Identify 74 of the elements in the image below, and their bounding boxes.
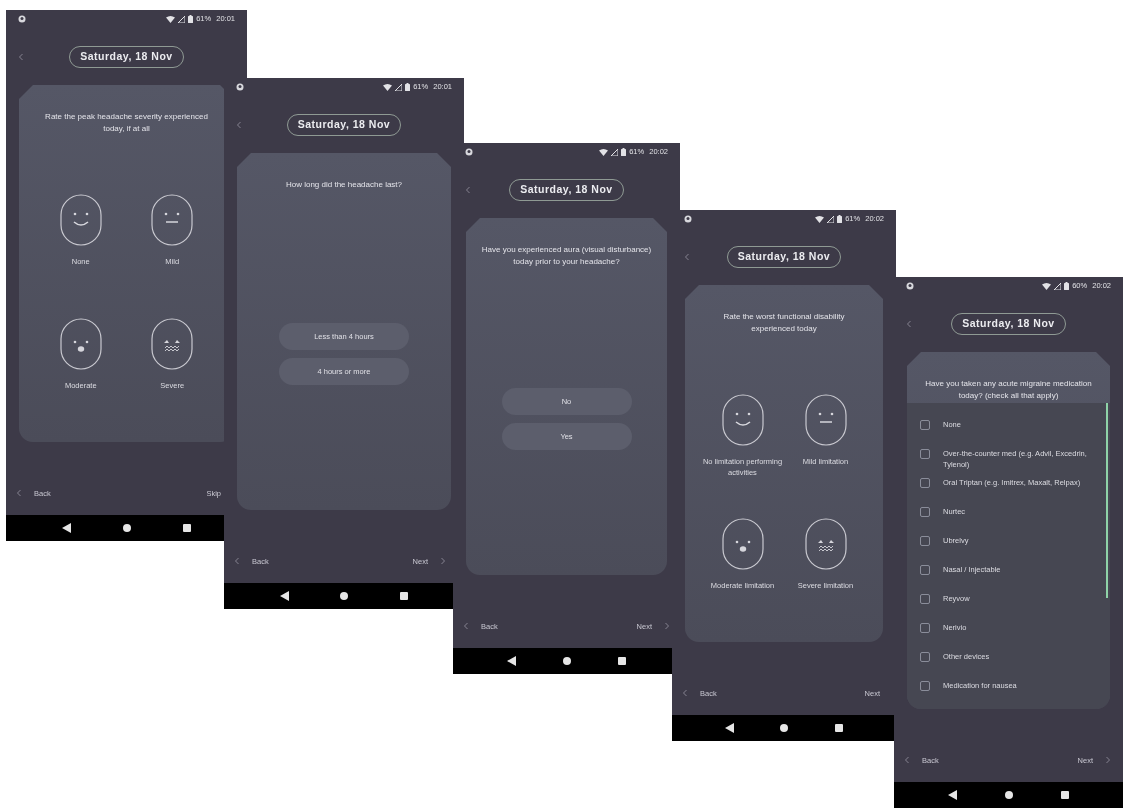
back-icon[interactable] bbox=[948, 790, 957, 800]
chevron-icon bbox=[906, 319, 912, 329]
chevron-icon bbox=[664, 621, 670, 632]
home-icon[interactable] bbox=[340, 592, 349, 600]
face-icon bbox=[151, 194, 194, 246]
recents-icon[interactable] bbox=[834, 724, 843, 732]
signal-icon bbox=[611, 148, 619, 156]
back-icon[interactable] bbox=[506, 656, 516, 666]
signal-icon bbox=[827, 215, 835, 223]
checkbox[interactable] bbox=[920, 449, 930, 459]
signal-icon bbox=[178, 15, 186, 23]
chevron-icon bbox=[234, 556, 240, 567]
signal-icon bbox=[395, 83, 403, 91]
chevron-icon bbox=[1105, 755, 1111, 766]
face-icon bbox=[151, 318, 194, 370]
wifi-icon bbox=[1042, 282, 1052, 290]
chevron-icon bbox=[18, 52, 24, 62]
checkbox[interactable] bbox=[920, 420, 930, 430]
face-icon bbox=[721, 518, 764, 570]
face-icon bbox=[721, 394, 764, 446]
wifi-icon bbox=[815, 215, 825, 223]
face-icon bbox=[804, 394, 847, 446]
status-icon bbox=[465, 148, 473, 156]
checkbox[interactable] bbox=[920, 652, 930, 662]
status-icon bbox=[906, 282, 914, 290]
chevron-icon bbox=[465, 185, 471, 195]
question-text: Rate the peak headache severity experienced today, if at all bbox=[44, 111, 209, 135]
battery-icon bbox=[405, 83, 411, 91]
checkbox[interactable] bbox=[920, 594, 930, 604]
chevron-icon bbox=[904, 755, 910, 766]
checkbox[interactable] bbox=[920, 623, 930, 633]
back-chevron-button[interactable] bbox=[684, 252, 690, 262]
home-icon[interactable] bbox=[1005, 791, 1013, 799]
back-chevron-button[interactable] bbox=[236, 120, 242, 130]
wifi-icon bbox=[383, 83, 393, 91]
battery-icon bbox=[188, 15, 194, 23]
status-icon bbox=[18, 15, 26, 23]
question-text: How long did the headache last? bbox=[284, 179, 404, 191]
face-icon bbox=[59, 318, 102, 370]
question-text: Rate the worst functional disability experienced today bbox=[722, 311, 846, 335]
chevron-icon bbox=[682, 688, 688, 699]
checkbox[interactable] bbox=[920, 565, 930, 575]
battery-icon bbox=[621, 148, 627, 156]
wifi-icon bbox=[599, 148, 609, 156]
signal-icon bbox=[1054, 282, 1062, 290]
back-icon[interactable] bbox=[725, 723, 735, 733]
status-icon bbox=[236, 83, 244, 91]
back-chevron-button[interactable] bbox=[18, 52, 24, 62]
checkbox[interactable] bbox=[920, 478, 930, 488]
recents-icon[interactable] bbox=[400, 592, 409, 600]
recents-icon[interactable] bbox=[618, 657, 627, 665]
status-icon bbox=[684, 215, 692, 223]
wifi-icon bbox=[166, 15, 176, 23]
back-chevron-button[interactable] bbox=[465, 185, 471, 195]
back-icon[interactable] bbox=[62, 523, 71, 533]
chevron-icon bbox=[16, 488, 22, 499]
face-icon bbox=[804, 518, 847, 570]
home-icon[interactable] bbox=[563, 657, 571, 665]
checkbox[interactable] bbox=[920, 681, 930, 691]
chevron-icon bbox=[684, 252, 690, 262]
back-icon[interactable] bbox=[279, 591, 289, 601]
checkbox[interactable] bbox=[920, 536, 930, 546]
chevron-icon bbox=[236, 120, 242, 130]
battery-icon bbox=[837, 215, 843, 223]
question-text: Have you experienced aura (visual disturbance) today prior to your headache? bbox=[480, 244, 653, 268]
face-icon bbox=[59, 194, 102, 246]
back-chevron-button[interactable] bbox=[906, 319, 912, 329]
battery-icon bbox=[1064, 282, 1070, 290]
home-icon[interactable] bbox=[123, 524, 131, 532]
home-icon[interactable] bbox=[780, 724, 789, 732]
chevron-icon bbox=[440, 556, 446, 567]
question-text: Have you taken any acute migraine medication today? (check all that apply) bbox=[924, 378, 1093, 402]
checkbox[interactable] bbox=[920, 507, 930, 517]
chevron-icon bbox=[463, 621, 469, 632]
